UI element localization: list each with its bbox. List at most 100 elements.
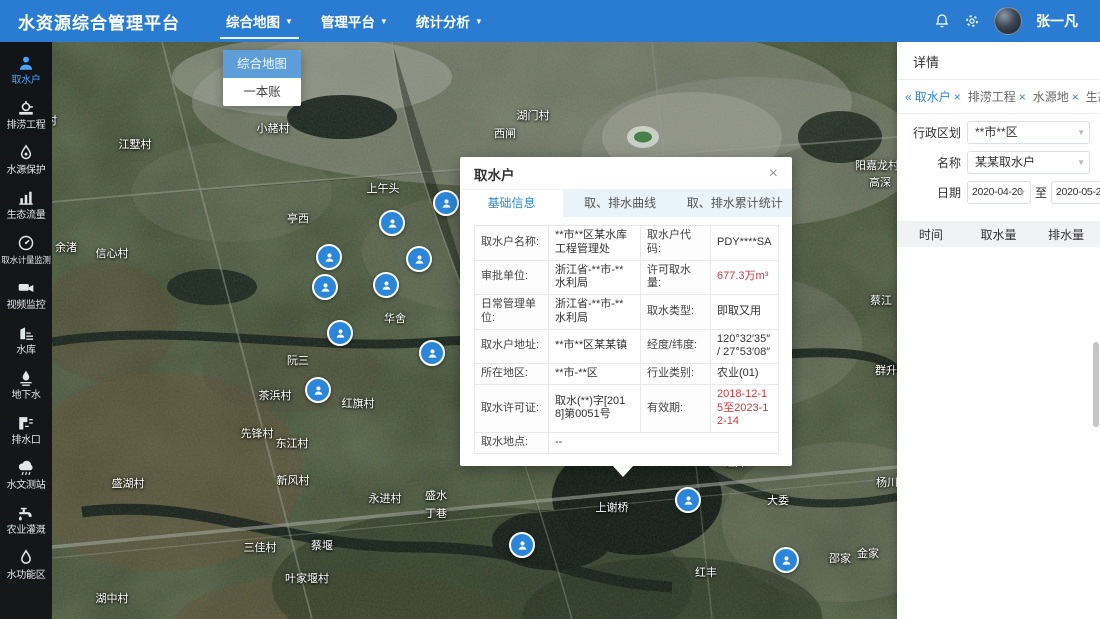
col-discharge: 排水量 — [1032, 226, 1100, 243]
back-icon[interactable]: « — [905, 90, 912, 104]
field-label: 行业类别: — [641, 364, 711, 385]
dropdown-item-0[interactable]: 综合地图 — [223, 50, 301, 78]
sidebar-item-metering[interactable]: 取水计量监测 — [0, 234, 52, 266]
nav-menu-2[interactable]: 统计分析▼ — [402, 0, 497, 42]
col-time: 时间 — [897, 226, 965, 243]
sidebar-item-camera[interactable]: 视频监控 — [0, 279, 52, 311]
field-value: 即取又用 — [711, 295, 779, 330]
dropdown-item-1[interactable]: 一本账 — [223, 78, 301, 106]
intake-user-marker[interactable] — [773, 547, 799, 573]
sidebar-item-eco-flow[interactable]: 生态流量 — [0, 189, 52, 221]
close-icon[interactable]: × — [769, 167, 778, 181]
nav-menu-1[interactable]: 管理平台▼ — [307, 0, 402, 42]
region-select[interactable]: **市**区▼ — [967, 121, 1090, 144]
sidebar-item-label: 生态流量 — [7, 210, 46, 221]
sidebar-item-function-zone[interactable]: 水功能区 — [0, 549, 52, 581]
user-name[interactable]: 张一凡 — [1036, 11, 1078, 31]
field-label: 取水许可证: — [475, 384, 549, 432]
sidebar-item-hydro-station[interactable]: 水文测站 — [0, 459, 52, 491]
field-value: 浙江省-**市-**水利局 — [549, 260, 641, 295]
sidebar-item-outlet[interactable]: 排水口 — [0, 414, 52, 446]
intake-user-marker[interactable] — [675, 487, 701, 513]
map-label: 信心村 — [96, 245, 129, 261]
map-label: 余渚 — [55, 239, 77, 255]
avatar[interactable] — [994, 7, 1022, 35]
sidebar-item-irrigation[interactable]: 农业灌溉 — [0, 504, 52, 536]
map-label: 三佳村 — [244, 539, 277, 555]
map-label: 叶家堰村 — [285, 570, 329, 586]
map-label: 新风村 — [277, 472, 310, 488]
map-label: 阳嘉龙村 — [855, 157, 897, 173]
map-label: 邵家 — [829, 550, 851, 566]
function-zone-icon — [17, 549, 35, 567]
sidebar-item-label: 取水计量监测 — [1, 255, 50, 266]
name-select[interactable]: 某某取水户▼ — [967, 151, 1090, 174]
intake-user-marker[interactable] — [406, 246, 432, 272]
modal-header: 取水户 × — [460, 157, 792, 189]
sidebar-item-groundwater[interactable]: 地下水 — [0, 369, 52, 401]
tab-intake-discharge-stats[interactable]: 取、排水累计统计 — [677, 190, 792, 217]
sidebar-item-label: 视频监控 — [7, 300, 46, 311]
panel-tab-bar: «取水户×排涝工程×水源地×生态流▼ — [897, 80, 1100, 114]
scrollbar-thumb[interactable] — [1093, 342, 1099, 427]
sidebar-item-label: 地下水 — [11, 390, 40, 401]
chevron-down-icon: ▼ — [475, 17, 483, 26]
sidebar-item-source-protect[interactable]: 水源保护 — [0, 144, 52, 176]
date-to-select[interactable]: 2020-05-20▼ — [1051, 181, 1100, 204]
panel-tab-1[interactable]: 排涝工程× — [968, 88, 1026, 105]
field-label: 取水地点: — [475, 433, 549, 454]
nav-dropdown-menu: 综合地图一本账 — [223, 50, 301, 106]
close-icon[interactable]: × — [1072, 90, 1079, 104]
nav-menu-0[interactable]: 综合地图▼ — [212, 0, 307, 42]
map-label: 亭西 — [287, 210, 309, 226]
sidebar-item-label: 水库 — [16, 345, 35, 356]
sidebar-item-reservoir[interactable]: 水库 — [0, 324, 52, 356]
tab-basic-info[interactable]: 基础信息 — [460, 190, 563, 217]
intake-user-marker[interactable] — [312, 274, 338, 300]
map-label: 永进村 — [369, 490, 402, 506]
panel-tab-3[interactable]: 生态流▼ — [1086, 88, 1100, 105]
map-label: 先锋村 — [241, 425, 274, 441]
map-label: 丁巷 — [425, 505, 447, 521]
map-label: 上午头 — [367, 180, 400, 196]
map-label: 小赭村 — [257, 120, 290, 136]
map-label: 茶浜村 — [259, 387, 292, 403]
panel-tab-label: 水源地 — [1033, 88, 1069, 105]
map-label: 上谢桥 — [596, 499, 629, 515]
main-nav: 综合地图▼管理平台▼统计分析▼ — [212, 0, 497, 42]
panel-tab-0[interactable]: «取水户× — [905, 88, 961, 105]
field-value: -- — [549, 433, 779, 454]
modal-title: 取水户 — [474, 164, 515, 184]
map-label: 红旗村 — [342, 395, 375, 411]
intake-user-marker[interactable] — [509, 532, 535, 558]
nav-menu-label: 管理平台 — [321, 11, 375, 31]
date-label: 日期 — [907, 184, 961, 201]
intake-user-marker[interactable] — [379, 210, 405, 236]
field-value: **市-**区 — [549, 364, 641, 385]
modal-tab-bar: 基础信息 取、排水曲线 取、排水累计统计 — [460, 189, 792, 217]
intake-user-marker[interactable] — [419, 340, 445, 366]
sidebar-item-label: 排水口 — [11, 435, 40, 446]
map-label: 江墅村 — [119, 136, 152, 152]
intake-user-marker[interactable] — [433, 190, 459, 216]
intake-user-marker[interactable] — [373, 272, 399, 298]
close-icon[interactable]: × — [1019, 90, 1026, 104]
intake-user-marker[interactable] — [316, 244, 342, 270]
intake-user-marker[interactable] — [305, 377, 331, 403]
gear-icon[interactable] — [964, 13, 980, 29]
intake-user-marker[interactable] — [327, 320, 353, 346]
groundwater-icon — [17, 369, 35, 387]
sidebar-item-label: 水文测站 — [7, 480, 46, 491]
close-icon[interactable]: × — [954, 90, 961, 104]
navbar-right: 张一凡 — [934, 7, 1078, 35]
tab-intake-discharge-curve[interactable]: 取、排水曲线 — [563, 190, 678, 217]
sidebar-item-user[interactable]: 取水户 — [0, 54, 52, 86]
date-from-select[interactable]: 2020-04-20▼ — [967, 181, 1031, 204]
app-title: 水资源综合管理平台 — [18, 9, 180, 34]
sidebar-item-label: 取水户 — [11, 75, 40, 86]
field-value: 677.3万m³ — [711, 260, 779, 295]
panel-tab-2[interactable]: 水源地× — [1033, 88, 1079, 105]
bell-icon[interactable] — [934, 13, 950, 29]
field-label: 许可取水量: — [641, 260, 711, 295]
sidebar-item-pump[interactable]: 排涝工程 — [0, 99, 52, 131]
